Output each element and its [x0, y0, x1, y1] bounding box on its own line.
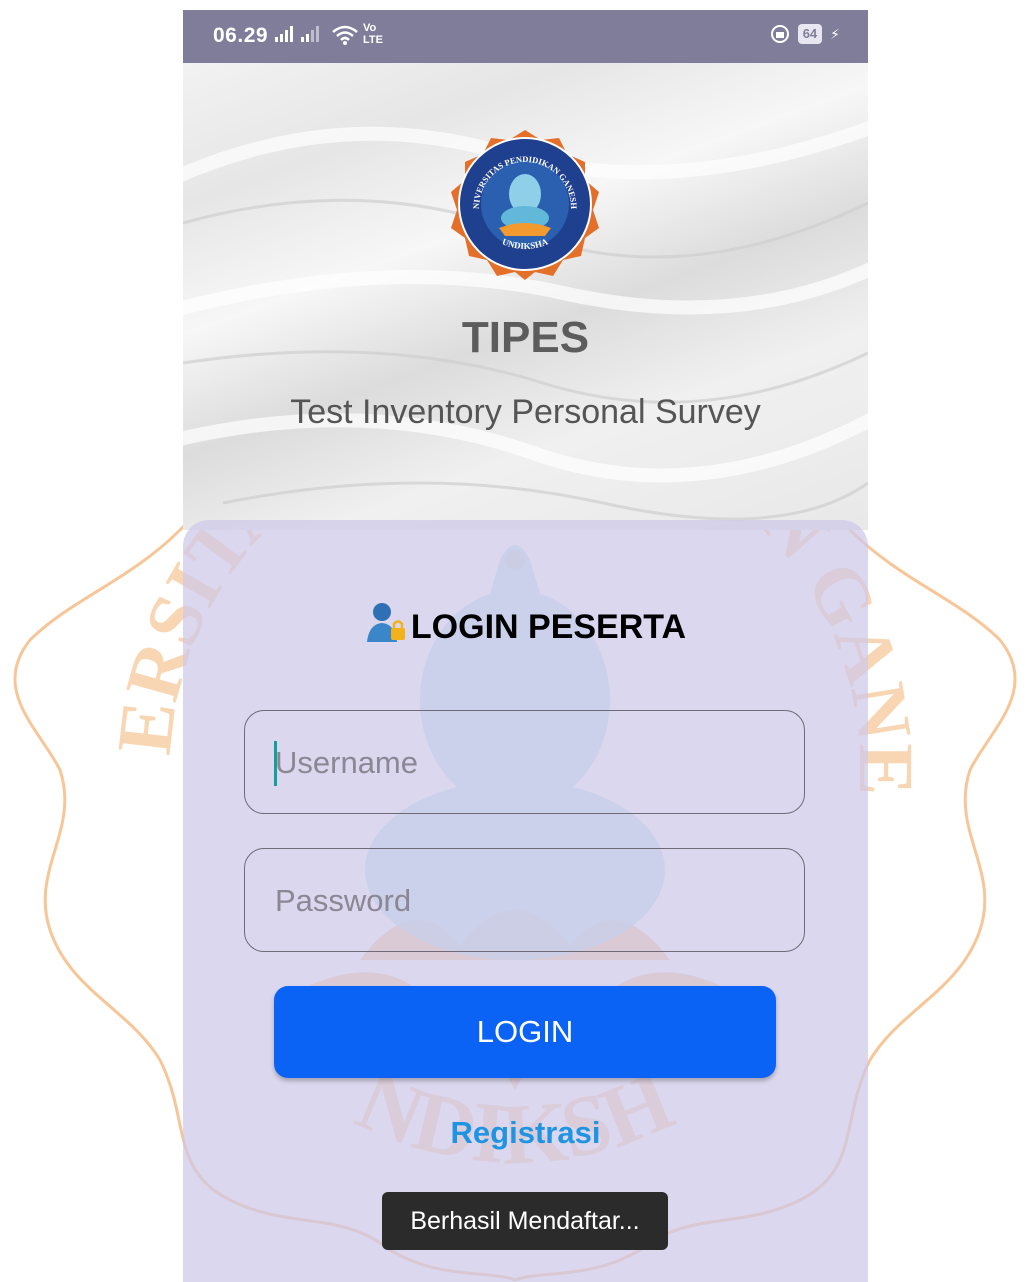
password-input[interactable]: [273, 849, 777, 953]
battery-icon: 64: [797, 24, 823, 44]
toast-message: Berhasil Mendaftar...: [382, 1192, 668, 1250]
login-card: LOGIN PESERTA LOGIN Registrasi Berhasil …: [183, 520, 868, 1282]
app-subtitle: Test Inventory Personal Survey: [290, 393, 761, 431]
login-heading: LOGIN PESERTA: [183, 600, 868, 647]
password-field[interactable]: [244, 848, 805, 953]
charging-icon: ⚡: [830, 25, 840, 42]
undiksha-logo: UNIVERSITAS PENDIDIKAN GANESHA UNDIKSHA: [449, 128, 599, 280]
signal-icon-2: [301, 26, 319, 42]
login-heading-text: LOGIN PESERTA: [410, 608, 687, 646]
phone-screen: 06.29 Vo LTE 64 ⚡ NIVERSITAS PENDIDIKAN …: [183, 10, 868, 1282]
register-link[interactable]: Registrasi: [183, 1115, 868, 1151]
username-input[interactable]: [273, 711, 777, 815]
app-header: UNIVERSITAS PENDIDIKAN GANESHA UNDIKSHA …: [183, 63, 868, 530]
app-title: TIPES: [461, 313, 590, 362]
status-time: 06.29: [213, 24, 269, 47]
wifi-icon: [332, 25, 358, 45]
volte-indicator: Vo LTE: [363, 22, 383, 46]
rotation-lock-icon: [770, 25, 789, 43]
signal-icon: [275, 26, 293, 42]
user-lock-icon: [366, 603, 405, 642]
username-field[interactable]: [244, 710, 805, 815]
status-bar: 06.29 Vo LTE 64 ⚡: [183, 10, 868, 63]
login-button[interactable]: LOGIN: [274, 986, 776, 1078]
